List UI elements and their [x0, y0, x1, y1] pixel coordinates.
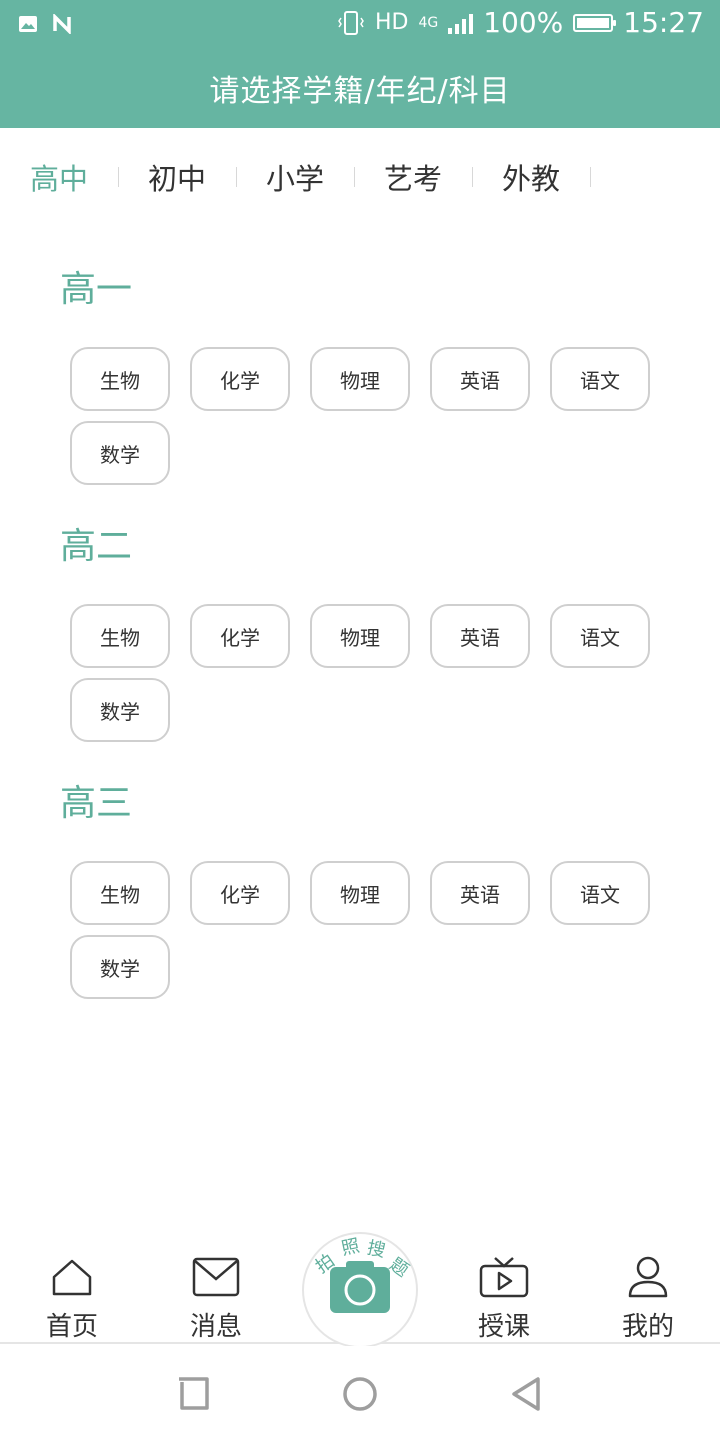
subject-chip[interactable]: 语文: [550, 861, 650, 925]
subject-chip[interactable]: 数学: [70, 421, 170, 485]
nav-lessons[interactable]: 授课: [444, 1254, 564, 1343]
subject-chip[interactable]: 语文: [550, 347, 650, 411]
tv-play-icon: [479, 1257, 529, 1298]
image-notification-icon: [19, 16, 37, 32]
battery-icon: [573, 13, 617, 32]
subject-chip[interactable]: 生物: [70, 861, 170, 925]
tab-divider: [118, 167, 119, 187]
tab-divider: [354, 167, 355, 187]
photo-search-button[interactable]: 拍 照 搜 题: [300, 1232, 420, 1348]
subject-chip[interactable]: 生物: [70, 347, 170, 411]
subject-chip[interactable]: 物理: [310, 861, 410, 925]
home-circle-icon[interactable]: [340, 1374, 380, 1414]
tab-foreign-teacher[interactable]: 外教: [502, 156, 620, 198]
subject-chip[interactable]: 数学: [70, 678, 170, 742]
subject-chip[interactable]: 化学: [190, 347, 290, 411]
tab-divider: [472, 167, 473, 187]
nav-home[interactable]: 首页: [12, 1254, 132, 1343]
battery-percent: 100%: [483, 6, 564, 39]
system-navigation-bar: [0, 1346, 720, 1440]
camera-icon: 拍 照 搜 题: [312, 1235, 412, 1313]
camera-arc-char: 搜: [365, 1237, 387, 1261]
nav-messages[interactable]: 消息: [156, 1254, 276, 1343]
subject-list: 生物 化学 物理 英语 语文 数学: [70, 861, 670, 1009]
tab-divider: [590, 167, 591, 187]
subject-chip[interactable]: 化学: [190, 861, 290, 925]
status-bar: HD 4G 100% 15:27: [0, 0, 720, 50]
tab-high-school[interactable]: 高中: [30, 156, 148, 198]
subject-chip[interactable]: 英语: [430, 604, 530, 668]
tab-divider: [236, 167, 237, 187]
page-title: 请选择学籍/年纪/科目: [209, 74, 511, 109]
camera-arc-char: 照: [340, 1235, 362, 1259]
app-header: HD 4G 100% 15:27 请选择学籍/年纪/科目: [0, 0, 720, 128]
signal-icon: [448, 12, 474, 34]
subject-list: 生物 化学 物理 英语 语文 数学: [70, 347, 670, 495]
n-notification-icon: [53, 14, 71, 34]
mail-icon: [192, 1257, 240, 1297]
level-tabs: 高中 初中 小学 艺考 外教: [30, 150, 620, 204]
tab-middle-school[interactable]: 初中: [148, 156, 266, 198]
hd-indicator: HD: [374, 10, 409, 35]
subject-chip[interactable]: 物理: [310, 347, 410, 411]
grade-title: 高三: [60, 783, 133, 824]
tab-primary-school[interactable]: 小学: [266, 156, 384, 198]
home-icon: [52, 1259, 92, 1296]
clock: 15:27: [623, 6, 704, 39]
subject-chip[interactable]: 数学: [70, 935, 170, 999]
subject-list: 生物 化学 物理 英语 语文 数学: [70, 604, 670, 752]
subject-chip[interactable]: 物理: [310, 604, 410, 668]
subject-chip[interactable]: 语文: [550, 604, 650, 668]
subject-chip[interactable]: 英语: [430, 347, 530, 411]
nav-me[interactable]: 我的: [588, 1254, 708, 1343]
vibrate-icon: [338, 10, 364, 35]
subject-chip[interactable]: 英语: [430, 861, 530, 925]
subject-chip[interactable]: 生物: [70, 604, 170, 668]
recent-apps-icon[interactable]: [172, 1374, 212, 1414]
grade-title: 高二: [60, 526, 133, 567]
subject-chip[interactable]: 化学: [190, 604, 290, 668]
grade-title: 高一: [60, 269, 133, 310]
bottom-nav: 首页 消息 拍 照 搜 题 授课 我的: [0, 1232, 720, 1348]
tab-art-exam[interactable]: 艺考: [384, 156, 502, 198]
network-type: 4G: [418, 14, 439, 31]
user-icon: [628, 1256, 668, 1298]
back-triangle-icon[interactable]: [506, 1374, 546, 1414]
